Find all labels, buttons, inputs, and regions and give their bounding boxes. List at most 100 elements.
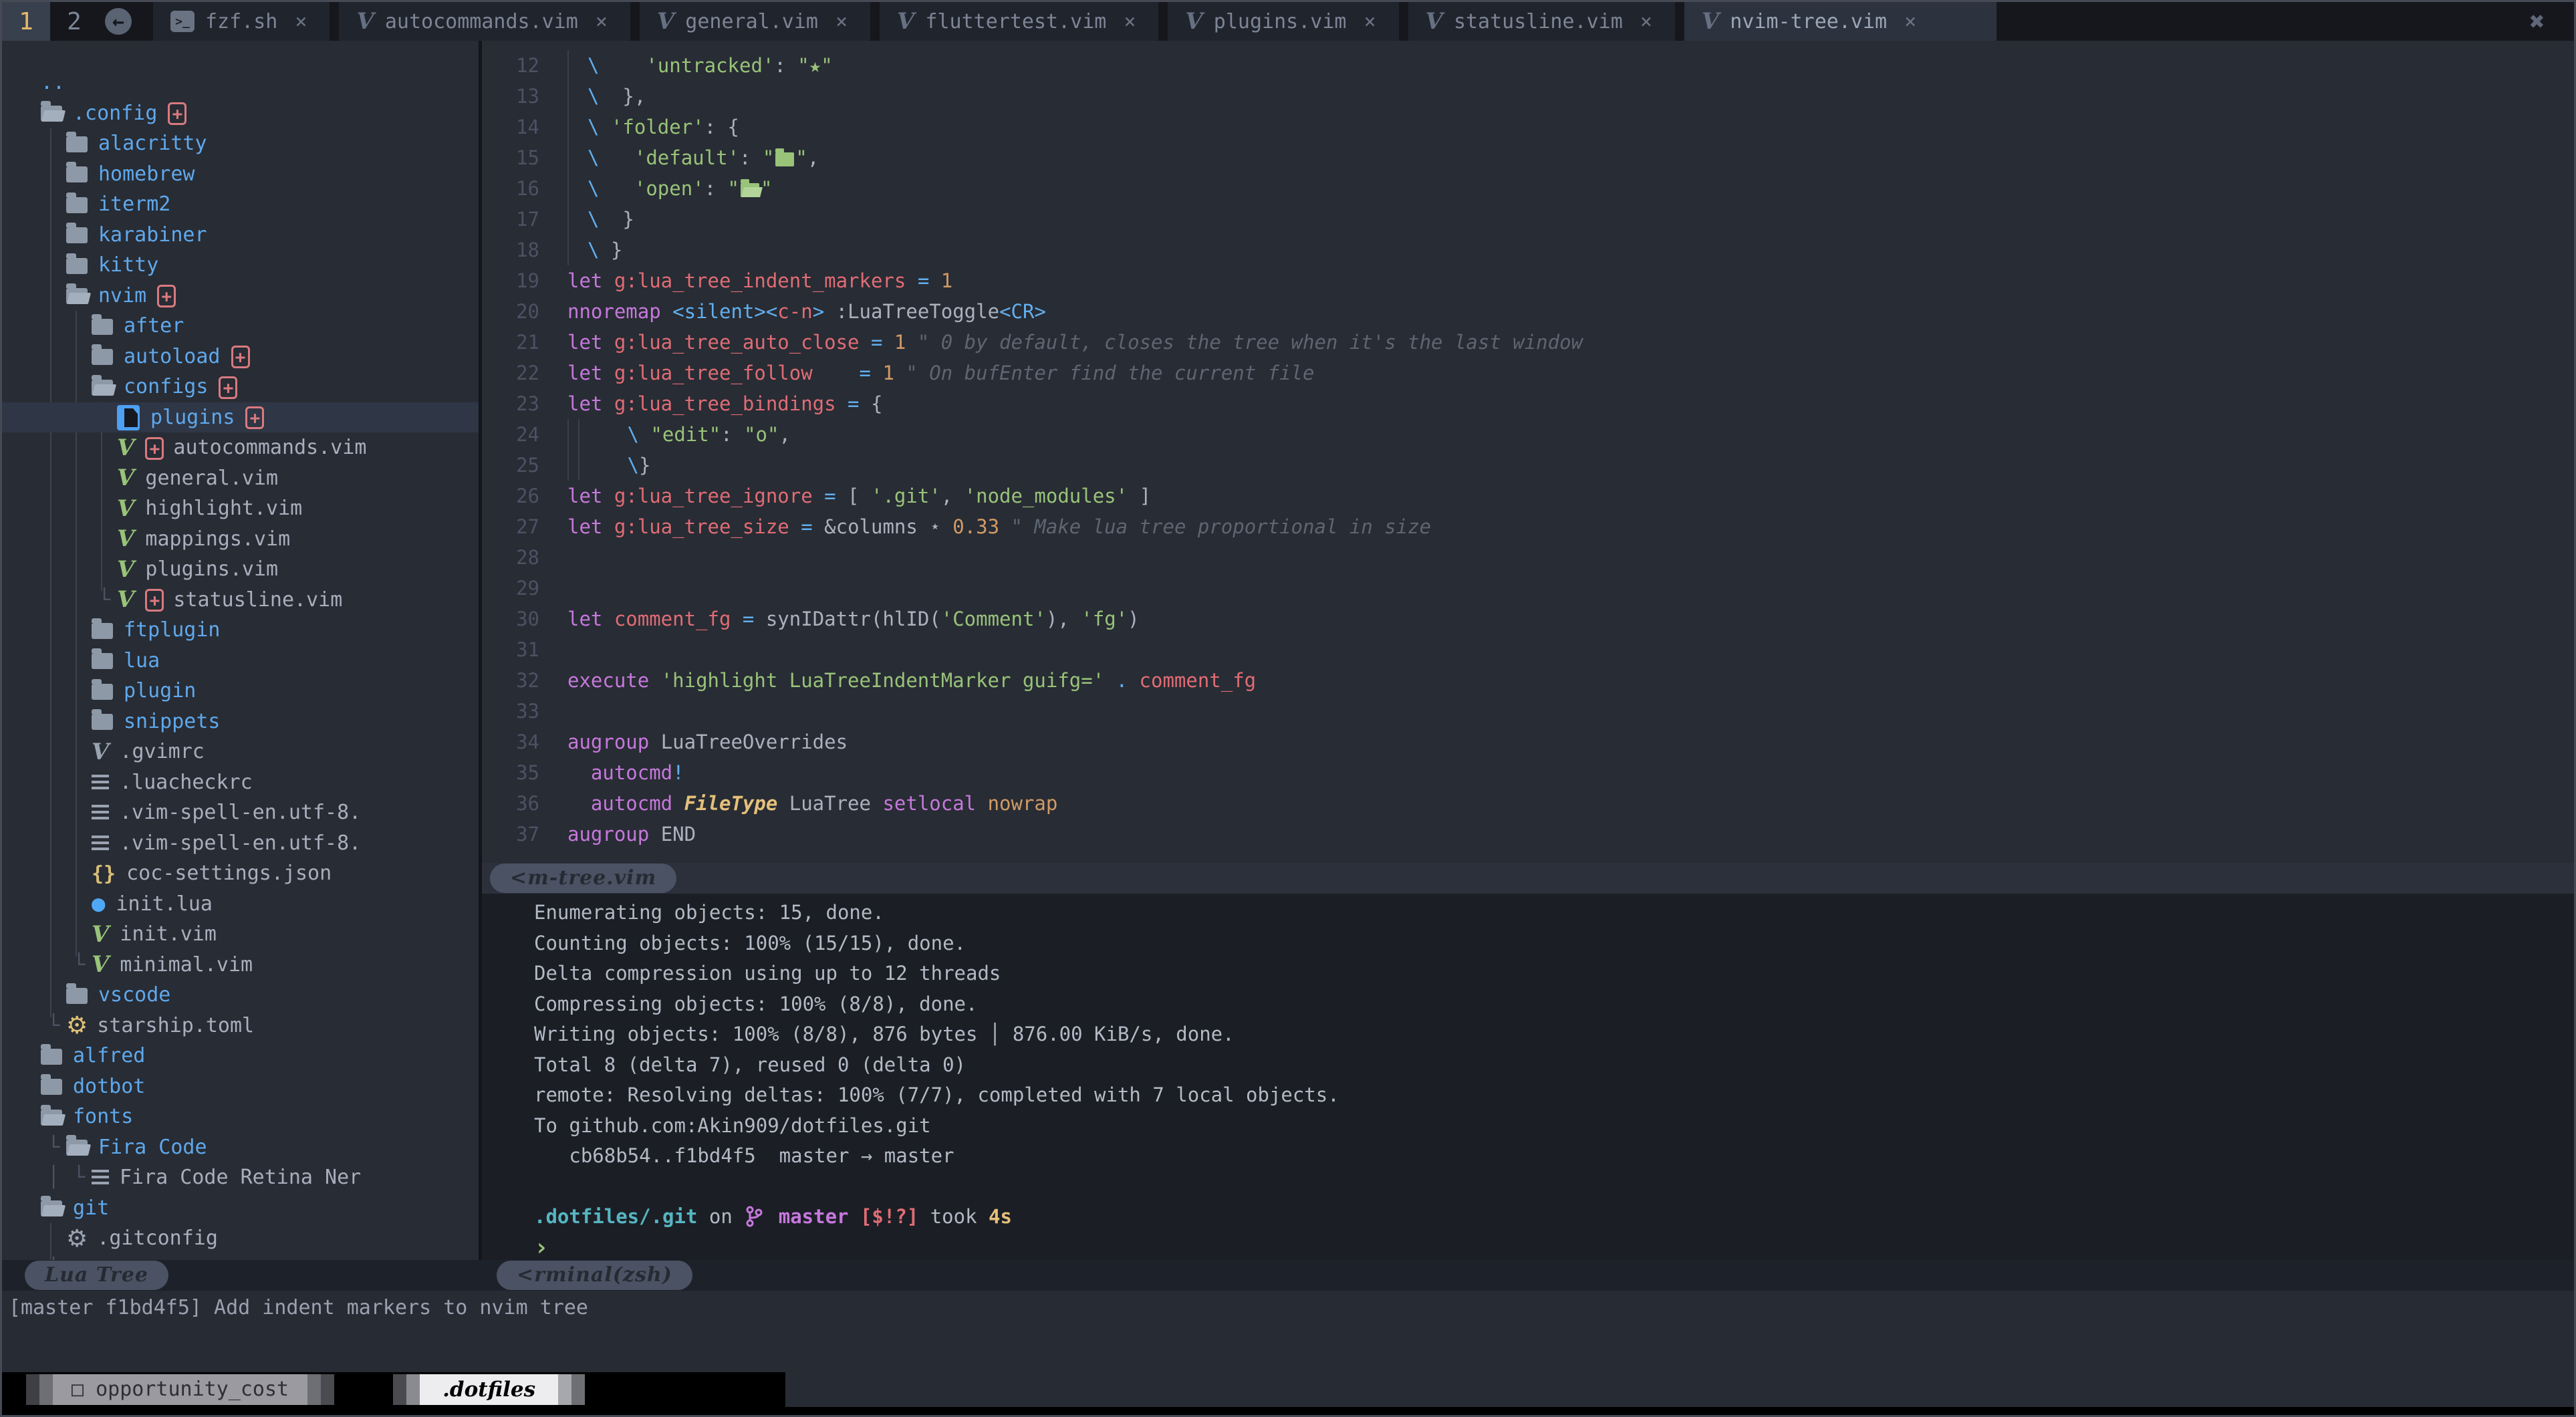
tree-item-.gvimrc[interactable]: V.gvimrc: [2, 737, 479, 767]
close-all-icon[interactable]: ✖: [2500, 2, 2574, 41]
tab-close-icon[interactable]: ×: [1640, 10, 1652, 33]
tree-item-plugins[interactable]: plugins+: [2, 402, 479, 433]
tree-item-alfred[interactable]: alfred: [2, 1041, 479, 1071]
code-line-14[interactable]: 14\ 'folder': {: [482, 112, 2574, 142]
tree-item-label: snippets: [124, 710, 221, 733]
tree-item-label: vscode: [98, 983, 170, 1007]
tree-item-lua[interactable]: lua: [2, 646, 479, 676]
tree-item-Fira-Code-Retina-Ner[interactable]: │└Fira Code Retina Ner: [2, 1162, 479, 1193]
tab-autocommands.vim[interactable]: Vautocommands.vim×: [339, 2, 630, 41]
tree-item-.config[interactable]: .config+: [2, 98, 479, 129]
tree-item-plugin[interactable]: plugin: [2, 676, 479, 706]
code-line-35[interactable]: 35 autocmd!: [482, 757, 2574, 788]
tree-item-.luacheckrc[interactable]: .luacheckrc: [2, 767, 479, 798]
tree-item-mappings.vim[interactable]: Vmappings.vim: [2, 524, 479, 555]
tree-item-label: plugins.vim: [145, 557, 278, 581]
tree-item-dotbot[interactable]: dotbot: [2, 1071, 479, 1102]
tree-item-snippets[interactable]: snippets: [2, 706, 479, 737]
tmux-window-label[interactable]: □ opportunity_cost: [53, 1374, 307, 1405]
tree-item-ftplugin[interactable]: ftplugin: [2, 615, 479, 646]
tmux-window-opportunity-cost[interactable]: □ opportunity_cost: [26, 1374, 334, 1405]
code-token: \: [588, 54, 599, 77]
tree-item-..[interactable]: ..: [2, 68, 479, 98]
code-line-19[interactable]: 19let g:lua_tree_indent_markers = 1: [482, 265, 2574, 296]
tree-item-iterm2[interactable]: iterm2: [2, 189, 479, 220]
tree-item-statusline.vim[interactable]: └V+statusline.vim: [2, 585, 479, 616]
file-tree-sidebar[interactable]: ...config+alacrittyhomebrewiterm2karabin…: [2, 41, 479, 1260]
code-line-34[interactable]: 34augroup LuaTreeOverrides: [482, 727, 2574, 757]
terminal-split[interactable]: Enumerating objects: 15, done.Counting o…: [482, 894, 2574, 1260]
tree-item-kitty[interactable]: kitty: [2, 250, 479, 281]
code-line-25[interactable]: 25 \}: [482, 450, 2574, 481]
tree-item-label: .vim-spell-en.utf-8.: [120, 831, 361, 855]
code-line-22[interactable]: 22let g:lua_tree_follow = 1 " On bufEnte…: [482, 358, 2574, 388]
tree-item-coc-settings.json[interactable]: {}coc-settings.json: [2, 858, 479, 889]
code-line-26[interactable]: 26let g:lua_tree_ignore = [ '.git', 'nod…: [482, 481, 2574, 511]
tree-item-karabiner[interactable]: karabiner: [2, 220, 479, 251]
code-line-17[interactable]: 17\ }: [482, 204, 2574, 235]
tab-statusline.vim[interactable]: Vstatusline.vim×: [1408, 2, 1675, 41]
code-line-36[interactable]: 36 autocmd FileType LuaTree setlocal now…: [482, 788, 2574, 819]
tab-nvim-tree.vim[interactable]: Vnvim-tree.vim×: [1684, 2, 1997, 41]
code-line-21[interactable]: 21let g:lua_tree_auto_close = 1 " 0 by d…: [482, 327, 2574, 358]
tree-item-Fira-Code[interactable]: └Fira Code: [2, 1132, 479, 1163]
tab-close-icon[interactable]: ×: [295, 10, 307, 33]
tree-item-label: minimal.vim: [120, 953, 253, 977]
tree-item-.vim-spell-en.utf-8.[interactable]: .vim-spell-en.utf-8.: [2, 828, 479, 859]
tree-item-.gitconfig[interactable]: ⚙.gitconfig: [2, 1223, 479, 1254]
code-editor[interactable]: 12\ 'untracked': "★"13\ },14\ 'folder': …: [482, 41, 2574, 863]
tree-item-highlight.vim[interactable]: Vhighlight.vim: [2, 493, 479, 524]
code-token: 'untracked': [646, 54, 774, 77]
code-line-18[interactable]: 18\ }: [482, 235, 2574, 265]
code-line-28[interactable]: 28: [482, 542, 2574, 573]
code-line-29[interactable]: 29: [482, 573, 2574, 604]
tree-item-vscode[interactable]: vscode: [2, 980, 479, 1011]
tree-item-init.vim[interactable]: Vinit.vim: [2, 919, 479, 950]
code-line-30[interactable]: 30let comment_fg = synIDattr(hlID('Comme…: [482, 604, 2574, 634]
tmux-tab-number-2[interactable]: 2: [50, 2, 98, 41]
tree-item-minimal.vim[interactable]: └Vminimal.vim: [2, 950, 479, 981]
tree-item-autocommands.vim[interactable]: V+autocommands.vim: [2, 432, 479, 463]
code-line-24[interactable]: 24 \ "edit": "o",: [482, 419, 2574, 450]
tab-close-icon[interactable]: ×: [1364, 10, 1376, 33]
tree-item-fonts[interactable]: fonts: [2, 1102, 479, 1132]
code-line-12[interactable]: 12\ 'untracked': "★": [482, 50, 2574, 81]
tree-item-after[interactable]: after: [2, 311, 479, 342]
tree-item-starship.toml[interactable]: └⚙starship.toml: [2, 1011, 479, 1041]
tree-item-configs[interactable]: configs+: [2, 372, 479, 402]
code-line-31[interactable]: 31: [482, 634, 2574, 665]
tab-close-icon[interactable]: ×: [1124, 10, 1136, 33]
tree-item-autoload[interactable]: autoload+: [2, 342, 479, 372]
history-back-icon[interactable]: ←: [105, 8, 132, 35]
tree-item-.vim-spell-en.utf-8.[interactable]: .vim-spell-en.utf-8.: [2, 797, 479, 828]
code-line-13[interactable]: 13\ },: [482, 81, 2574, 112]
tab-plugins.vim[interactable]: Vplugins.vim×: [1168, 2, 1398, 41]
tree-item-init.lua[interactable]: ●init.lua: [2, 889, 479, 920]
code-line-27[interactable]: 27let g:lua_tree_size = &columns ⋆ 0.33 …: [482, 511, 2574, 542]
tab-close-icon[interactable]: ×: [1904, 10, 1916, 33]
code-line-32[interactable]: 32execute 'highlight LuaTreeIndentMarker…: [482, 665, 2574, 696]
tree-item-general.vim[interactable]: Vgeneral.vim: [2, 463, 479, 494]
tab-fluttertest.vim[interactable]: Vfluttertest.vim×: [880, 2, 1158, 41]
code-line-33[interactable]: 33: [482, 696, 2574, 727]
tree-item-git[interactable]: git: [2, 1193, 479, 1224]
code-line-15[interactable]: 15\ 'default': "",: [482, 142, 2574, 173]
tree-item-alacritty[interactable]: alacritty: [2, 128, 479, 159]
code-token: :: [774, 54, 797, 77]
tmux-tab-number-1[interactable]: 1: [2, 2, 50, 41]
tree-item-homebrew[interactable]: homebrew: [2, 159, 479, 190]
code-line-20[interactable]: 20nnoremap <silent><c-n> :LuaTreeToggle<…: [482, 296, 2574, 327]
tab-general.vim[interactable]: Vgeneral.vim×: [640, 2, 870, 41]
tab-close-icon[interactable]: ×: [596, 10, 608, 33]
tree-item-nvim[interactable]: nvim+: [2, 281, 479, 311]
tmux-window-label[interactable]: .dotfiles: [420, 1374, 558, 1405]
tab-close-icon[interactable]: ×: [835, 10, 848, 33]
code-token: 'Comment': [941, 608, 1046, 630]
tab-fzf.sh[interactable]: >_fzf.sh×: [153, 2, 330, 41]
code-line-23[interactable]: 23let g:lua_tree_bindings = {: [482, 388, 2574, 419]
tree-item-.gitignore-global[interactable]: └.gitignore_global: [2, 1254, 479, 1261]
code-line-37[interactable]: 37augroup END: [482, 819, 2574, 850]
code-line-16[interactable]: 16\ 'open': "": [482, 173, 2574, 204]
tmux-window-dotfiles[interactable]: .dotfiles: [393, 1374, 585, 1405]
tree-item-plugins.vim[interactable]: Vplugins.vim: [2, 554, 479, 585]
